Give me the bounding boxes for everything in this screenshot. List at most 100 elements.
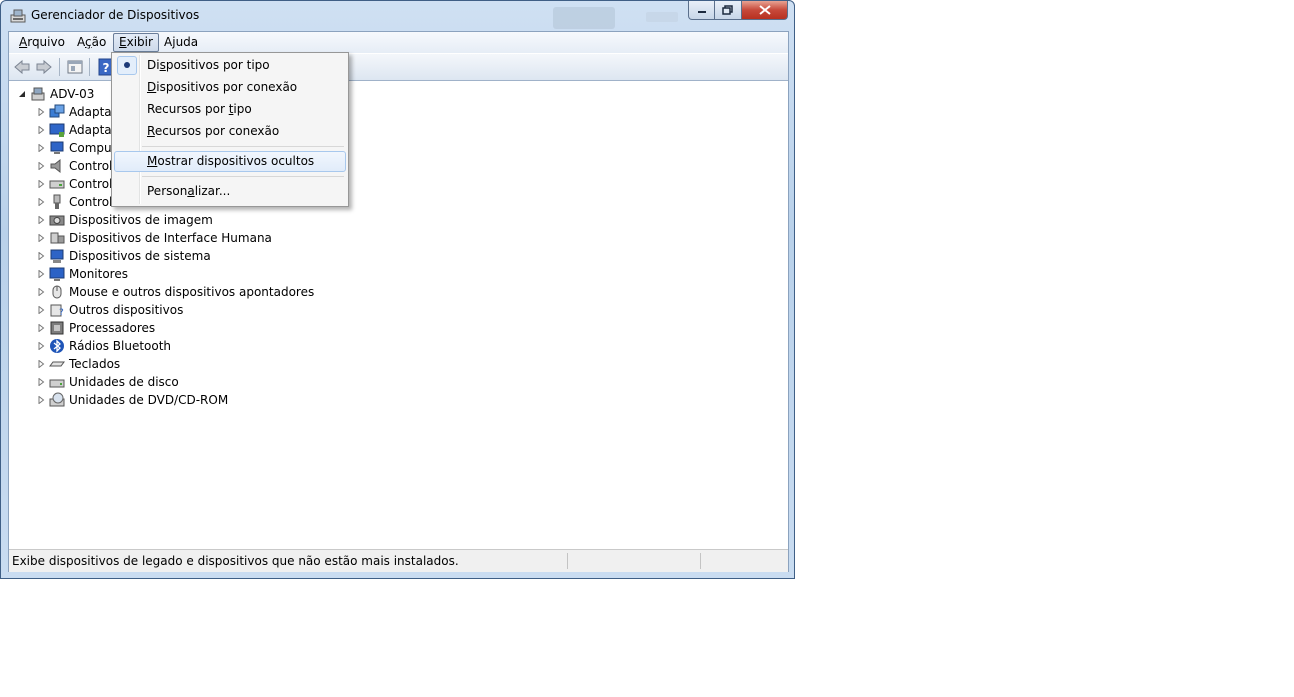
- close-icon: [758, 5, 771, 15]
- usb-controller-icon: [53, 194, 61, 209]
- expand-triangle-icon[interactable]: [37, 288, 45, 296]
- menu-acao[interactable]: Ação: [72, 34, 111, 51]
- properties-icon[interactable]: [66, 58, 84, 76]
- hid-icon: [50, 232, 65, 244]
- menu-item-dispositivos-por-tipo[interactable]: Dispositivos por tipo: [114, 55, 346, 76]
- menu-exibir[interactable]: Exibir: [113, 33, 159, 52]
- menu-item-personalizar[interactable]: Personalizar...: [114, 181, 346, 202]
- disk-drive-icon: [49, 379, 65, 388]
- menu-ajuda[interactable]: Ajuda: [159, 34, 203, 51]
- tree-category-item[interactable]: Control: [37, 193, 112, 211]
- tree-category-item[interactable]: Adapta: [37, 103, 112, 121]
- imaging-device-icon: [49, 215, 65, 226]
- minimize-icon: [697, 11, 706, 13]
- tree-category-label: Dispositivos de imagem: [69, 213, 213, 227]
- toolbar-separator: [89, 58, 90, 76]
- menu-item-mostrar-dispositivos-ocultos[interactable]: Mostrar dispositivos ocultos: [114, 151, 346, 172]
- collapse-triangle-icon[interactable]: [18, 90, 26, 98]
- menu-item-dispositivos-por-conexao[interactable]: Dispositivos por conexão: [114, 77, 346, 98]
- bluetooth-icon: [50, 339, 64, 353]
- menu-item-label: Dispositivos por tipo: [147, 58, 270, 72]
- sound-controller-icon: [50, 158, 61, 174]
- tree-category-item[interactable]: Dispositivos de sistema: [37, 247, 211, 265]
- tree-category-item[interactable]: Unidades de disco: [37, 373, 179, 391]
- expand-triangle-icon[interactable]: [37, 342, 45, 350]
- tree-category-item[interactable]: Dispositivos de imagem: [37, 211, 213, 229]
- tree-category-label: Control: [69, 195, 113, 209]
- device-manager-icon: [10, 9, 26, 23]
- menu-item-label: Recursos por conexão: [147, 124, 280, 138]
- tree-category-item[interactable]: Compu: [37, 139, 112, 157]
- menu-item-recursos-por-tipo[interactable]: Recursos por tipo: [114, 99, 346, 120]
- expand-triangle-icon[interactable]: [37, 270, 45, 278]
- menu-item-label: Mostrar dispositivos ocultos: [147, 154, 315, 168]
- expand-triangle-icon[interactable]: [37, 396, 45, 404]
- window-title: Gerenciador de Dispositivos: [31, 8, 200, 22]
- menu-item-label: Recursos por tipo: [147, 102, 252, 116]
- monitor-icon: [49, 267, 65, 281]
- processor-icon: [50, 321, 64, 335]
- tree-category-item[interactable]: ? Outros dispositivos: [37, 301, 183, 319]
- expand-triangle-icon[interactable]: [37, 216, 45, 224]
- tree-category-label: Outros dispositivos: [69, 303, 184, 317]
- tree-category-item[interactable]: Control: [37, 157, 112, 175]
- tree-category-item[interactable]: Monitores: [37, 265, 128, 283]
- expand-triangle-icon[interactable]: [37, 234, 45, 242]
- tree-root[interactable]: ADV-03: [18, 85, 94, 103]
- tree-category-item[interactable]: Mouse e outros dispositivos apontadores: [37, 283, 314, 301]
- svg-text:?: ?: [59, 308, 64, 318]
- tree-category-label: Adapta: [69, 123, 112, 137]
- menu-separator: [142, 146, 344, 147]
- maximize-button[interactable]: [715, 1, 742, 20]
- close-button[interactable]: [742, 1, 788, 20]
- toolbar-separator: [59, 58, 60, 76]
- tree-category-item[interactable]: Dispositivos de Interface Humana: [37, 229, 272, 247]
- tree-category-item[interactable]: Processadores: [37, 319, 155, 337]
- tree-category-label: Mouse e outros dispositivos apontadores: [69, 285, 315, 299]
- expand-triangle-icon[interactable]: [37, 144, 45, 152]
- expand-triangle-icon[interactable]: [37, 180, 45, 188]
- dvd-drive-icon: [49, 392, 65, 407]
- caption-buttons: [688, 1, 788, 21]
- tree-category-label: Dispositivos de sistema: [69, 249, 211, 263]
- expand-triangle-icon[interactable]: [37, 306, 45, 314]
- forward-arrow-icon[interactable]: [35, 58, 53, 76]
- blurred-region: [553, 7, 615, 29]
- status-separator: [700, 553, 701, 569]
- menu-item-label: Dispositivos por conexão: [147, 80, 298, 94]
- system-device-icon: [50, 249, 64, 263]
- expand-triangle-icon[interactable]: [37, 252, 45, 260]
- tree-category-label: Control: [69, 159, 113, 173]
- expand-triangle-icon[interactable]: [37, 108, 45, 116]
- svg-text:?: ?: [103, 61, 110, 75]
- expand-triangle-icon[interactable]: [37, 162, 45, 170]
- back-arrow-icon[interactable]: [13, 58, 31, 76]
- menu-item-label: Personalizar...: [147, 184, 231, 198]
- expand-triangle-icon[interactable]: [37, 126, 45, 134]
- tree-category-item[interactable]: Teclados: [37, 355, 120, 373]
- mouse-icon: [52, 285, 62, 299]
- title-bar[interactable]: Gerenciador de Dispositivos: [1, 1, 794, 31]
- radio-bullet-icon: [117, 56, 137, 75]
- expand-triangle-icon[interactable]: [37, 324, 45, 332]
- tree-category-label: Unidades de DVD/CD-ROM: [69, 393, 229, 407]
- menu-item-recursos-por-conexao[interactable]: Recursos por conexão: [114, 121, 346, 142]
- status-bar: Exibe dispositivos de legado e dispositi…: [9, 549, 788, 572]
- expand-triangle-icon[interactable]: [37, 360, 45, 368]
- tree-category-item[interactable]: Adapta: [37, 121, 112, 139]
- tree-category-label: Rádios Bluetooth: [69, 339, 172, 353]
- tree-category-item[interactable]: Rádios Bluetooth: [37, 337, 171, 355]
- tree-root-label: ADV-03: [50, 87, 95, 101]
- expand-triangle-icon[interactable]: [37, 378, 45, 386]
- keyboard-icon: [49, 361, 65, 367]
- expand-triangle-icon[interactable]: [37, 198, 45, 206]
- tree-category-item[interactable]: Unidades de DVD/CD-ROM: [37, 391, 228, 409]
- tree-category-label: Compu: [69, 141, 112, 155]
- minimize-button[interactable]: [688, 1, 715, 20]
- tree-category-label: Teclados: [69, 357, 121, 371]
- computer-icon: [50, 141, 64, 154]
- tree-category-label: Adapta: [69, 105, 112, 119]
- tree-category-item[interactable]: Control: [37, 175, 112, 193]
- menu-arquivo[interactable]: Arquivo: [14, 34, 70, 51]
- computer-root-icon: [31, 87, 45, 101]
